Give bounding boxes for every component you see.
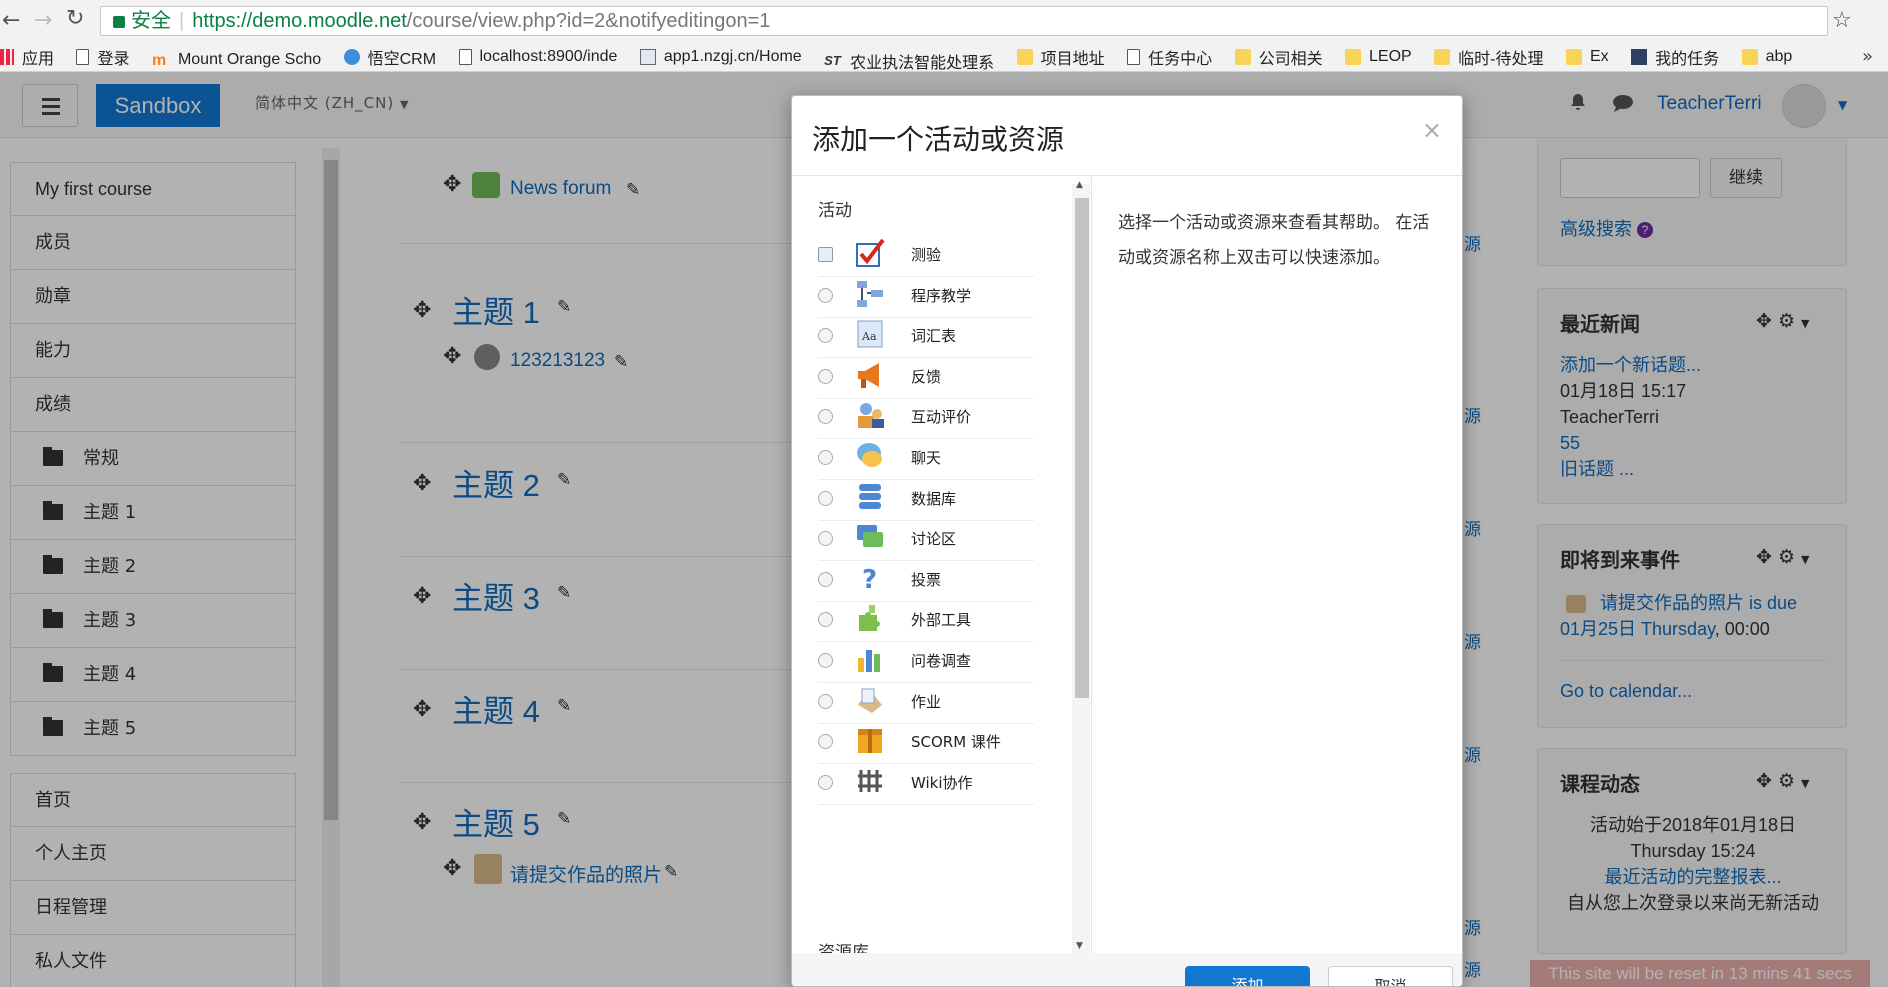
page-icon [76, 49, 90, 65]
choice-icon: ? [855, 563, 885, 595]
bookmark-company[interactable]: 公司相关 [1234, 42, 1323, 71]
bookmark-temp[interactable]: 临时-待处理 [1434, 42, 1544, 71]
activity-radio[interactable] [818, 774, 833, 790]
activity-label: 投票 [911, 570, 942, 589]
apps-grid-icon [0, 49, 14, 65]
activity-label: 数据库 [911, 489, 957, 508]
page-icon [458, 49, 472, 65]
activity-radio[interactable] [818, 450, 833, 465]
assignment-icon [855, 685, 885, 715]
activity-radio[interactable] [818, 693, 833, 709]
wiki-icon [855, 766, 885, 796]
bookmark-localhost[interactable]: localhost:8900/inde [458, 42, 617, 71]
activity-chooser-dialog: 添加一个活动或资源 × 活动 测验程序教学 Aa 词汇表反馈互动评价聊天数据库讨论区… [791, 95, 1463, 987]
cancel-button[interactable]: 取消 [1328, 966, 1453, 986]
bookmark-apps[interactable]: 应用 [0, 42, 54, 71]
scorm-icon [855, 725, 885, 755]
activities-heading: 活动 [818, 201, 852, 221]
activity-label: 讨论区 [911, 530, 957, 549]
activity-label: 聊天 [911, 449, 942, 467]
activity-label: 问卷调查 [911, 652, 972, 670]
folder-icon [1345, 49, 1362, 65]
activity-label: SCORM 课件 [911, 733, 1001, 752]
bookmark-mount-orange[interactable]: m Mount Orange Scho [151, 45, 321, 71]
activity-label: 互动评价 [911, 408, 972, 427]
dialog-header: 添加一个活动或资源 × [792, 96, 1462, 176]
activity-radio[interactable] [818, 287, 833, 303]
bookmarks-overflow-icon[interactable]: » [1862, 46, 1873, 67]
activity-label: 程序教学 [911, 286, 972, 305]
close-icon[interactable]: × [1422, 116, 1442, 144]
folder-icon [1741, 49, 1758, 65]
resources-heading: 资源库 [818, 943, 869, 953]
bookmarks-bar: 应用 登录 m Mount Orange Scho 悟空CRM localhost… [0, 42, 1888, 72]
activity-option[interactable]: Wiki协作 [818, 756, 1034, 805]
add-button[interactable]: 添加 [1185, 966, 1310, 986]
dialog-title: 添加一个活动或资源 [812, 123, 1065, 156]
bookmark-my-tasks[interactable]: 我的任务 [1631, 42, 1719, 71]
folder-icon [1565, 49, 1582, 65]
image-doc-icon [639, 49, 656, 65]
bookmark-abp[interactable]: abp [1741, 42, 1792, 71]
folder-icon [1434, 49, 1451, 65]
bookmark-star-icon[interactable]: ☆ [1832, 8, 1852, 33]
folder-icon [1016, 49, 1033, 65]
bookmark-app1[interactable]: app1.nzgj.cn/Home [639, 42, 802, 71]
survey-icon [855, 644, 885, 674]
activity-radio[interactable] [818, 490, 833, 506]
activity-label: 反馈 [911, 367, 942, 386]
activity-label: 外部工具 [911, 611, 972, 630]
url-host: https://demo.moodle.net [192, 10, 407, 32]
activity-radio[interactable] [818, 612, 833, 628]
bookmark-login[interactable]: 登录 [76, 42, 129, 71]
activity-radio[interactable] [818, 368, 833, 384]
forward-icon[interactable]: → [34, 8, 52, 33]
help-text: 选择一个活动或资源来查看其帮助。 在活动或资源名称上双击可以快速添加。 [1118, 213, 1430, 268]
svg-text:Aa: Aa [861, 330, 877, 343]
activity-radio[interactable] [818, 328, 833, 344]
lesson-icon [855, 279, 885, 309]
lock-icon [113, 15, 125, 28]
crm-icon [343, 49, 360, 65]
bookmark-wukong-crm[interactable]: 悟空CRM [343, 42, 436, 71]
activity-radio[interactable] [818, 734, 833, 750]
bookmark-projects[interactable]: 项目地址 [1016, 42, 1105, 71]
svg-text:?: ? [862, 565, 877, 593]
folder-icon [1234, 49, 1251, 65]
workshop-icon [855, 400, 885, 430]
chat-icon [855, 441, 885, 471]
bookmark-ex[interactable]: Ex [1565, 42, 1609, 71]
moodle-icon: m [151, 52, 167, 69]
glossary-icon: Aa [855, 319, 885, 349]
feedback-icon [855, 360, 885, 390]
bookmark-leop[interactable]: LEOP [1345, 42, 1412, 71]
activity-list-scrollbar-thumb[interactable] [1075, 198, 1089, 698]
scroll-up-icon[interactable]: ▲ [1076, 180, 1083, 190]
activity-label: 作业 [911, 692, 942, 711]
activity-radio-selected[interactable] [818, 247, 833, 262]
external-tool-icon [855, 603, 885, 633]
reload-icon[interactable]: ↻ [66, 6, 84, 31]
activity-radio[interactable] [818, 531, 833, 547]
activity-label: Wiki协作 [911, 773, 973, 792]
address-bar[interactable]: 安全 | https://demo.moodle.net/course/view.p… [100, 6, 1828, 36]
url-path: /course/view.php?id=2&notifyeditingon=1 [406, 10, 771, 32]
forum-icon [855, 522, 885, 552]
activity-radio[interactable] [818, 571, 833, 587]
page-icon [1127, 49, 1141, 65]
back-icon[interactable]: ← [2, 8, 20, 33]
st-icon: ST [824, 53, 841, 68]
bookmark-tasks[interactable]: 任务中心 [1127, 42, 1212, 71]
quiz-icon [855, 238, 885, 268]
activity-list: 活动 测验程序教学 Aa 词汇表反馈互动评价聊天数据库讨论区? 投票外部工具问卷调查作… [792, 176, 1092, 953]
activity-label: 词汇表 [911, 327, 957, 346]
tasks-icon [1631, 49, 1648, 65]
secure-label: 安全 [131, 10, 171, 32]
activity-radio[interactable] [818, 653, 833, 668]
activity-label: 测验 [911, 246, 942, 264]
scroll-down-icon[interactable]: ▼ [1076, 941, 1083, 951]
database-icon [855, 482, 885, 512]
activity-radio[interactable] [818, 409, 833, 425]
bookmark-agri[interactable]: ST 农业执法智能处理系 [824, 46, 994, 71]
